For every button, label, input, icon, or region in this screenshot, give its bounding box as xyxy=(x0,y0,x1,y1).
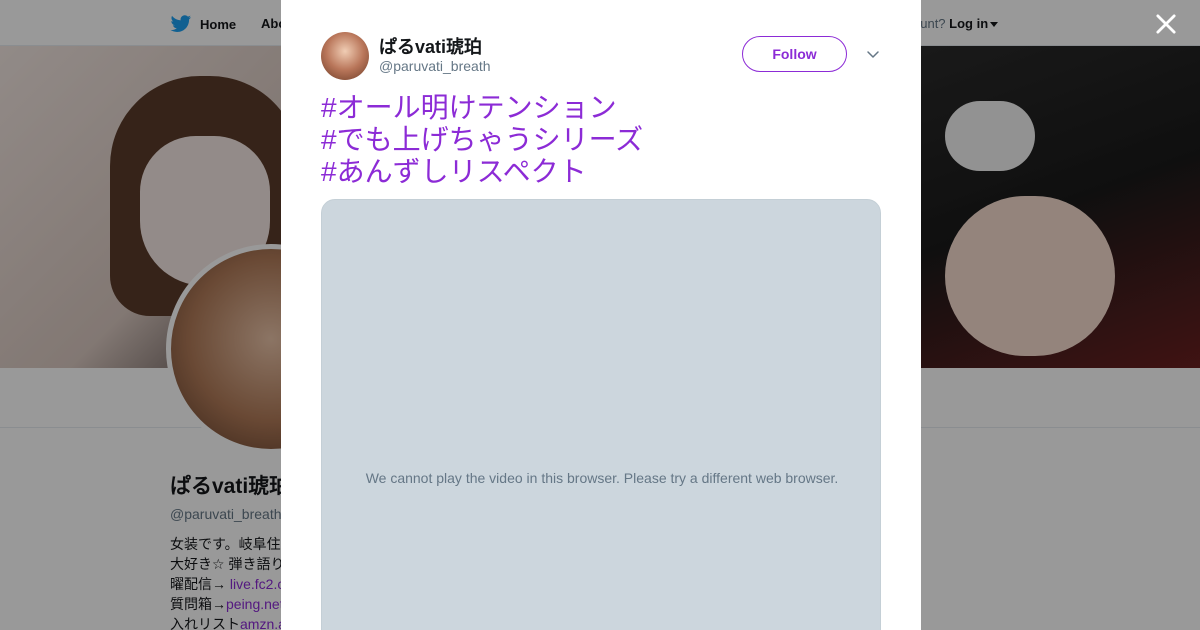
chevron-down-icon[interactable] xyxy=(865,46,881,62)
video-player[interactable]: We cannot play the video in this browser… xyxy=(321,199,881,630)
video-unsupported-message: We cannot play the video in this browser… xyxy=(365,470,839,486)
hashtag-link[interactable]: #でも上げちゃうシリーズ xyxy=(321,124,881,156)
tweet-author-name[interactable]: ぱるvati琥珀 xyxy=(379,33,482,59)
hashtag-link[interactable]: #あんずしリスペクト xyxy=(321,156,881,188)
tweet-modal: ぱるvati琥珀 @paruvati_breath Follow #オール明けテ… xyxy=(281,0,921,630)
tweet-text: #オール明けテンション #でも上げちゃうシリーズ #あんずしリスペクト xyxy=(321,92,881,188)
tweet-author-handle[interactable]: @paruvati_breath xyxy=(379,58,491,74)
follow-button[interactable]: Follow xyxy=(742,36,847,72)
close-icon[interactable] xyxy=(1152,10,1180,38)
tweet-author-avatar[interactable] xyxy=(321,32,369,80)
hashtag-link[interactable]: #オール明けテンション xyxy=(321,92,881,124)
